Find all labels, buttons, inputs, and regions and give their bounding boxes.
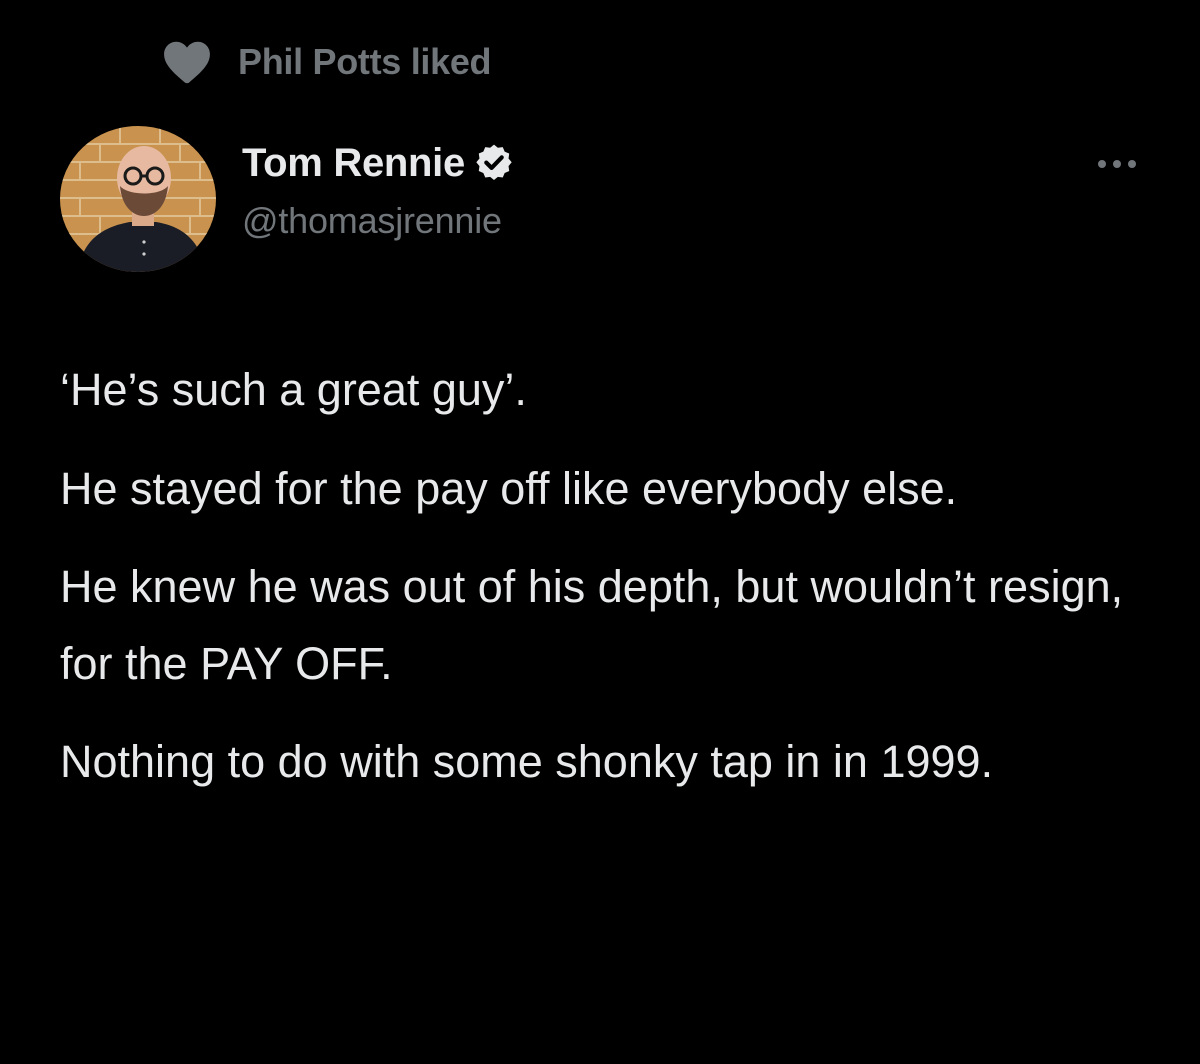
more-options-button[interactable] [1092,150,1142,180]
heart-icon [162,39,212,85]
tweet-text: ‘He’s such a great guy’. He stayed for t… [60,352,1170,801]
tweet-paragraph: He knew he was out of his depth, but wou… [60,561,1124,689]
tweet-paragraph: He stayed for the pay off like everybody… [60,462,958,514]
tweet-paragraph: Nothing to do with some shonky tap in in… [60,736,994,787]
author-name[interactable]: Tom Rennie [242,141,465,186]
avatar[interactable] [60,126,216,272]
tweet-paragraph: ‘He’s such a great guy’. [60,364,527,415]
liked-by-label: Phil Potts liked [238,41,492,82]
author-name-row[interactable]: Tom Rennie [242,140,515,186]
more-options-icon [1097,156,1137,174]
social-context[interactable]: Phil Potts liked [162,38,492,86]
author-handle[interactable]: @thomasjrennie [242,200,502,242]
verified-badge-icon [473,142,515,184]
